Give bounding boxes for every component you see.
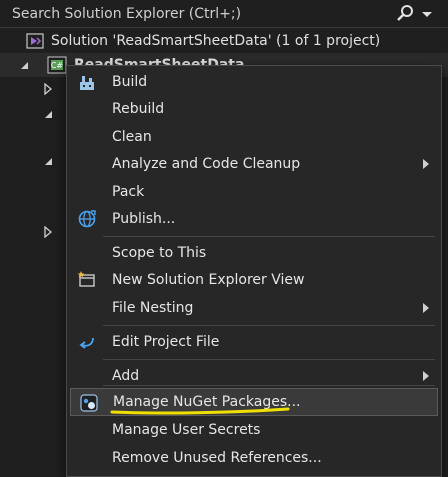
menu-item-new-solution-explorer-view[interactable]: New Solution Explorer View — [69, 266, 439, 294]
solution-icon — [26, 33, 44, 49]
menu-separator — [103, 359, 435, 360]
csharp-project-icon: C# — [47, 56, 67, 74]
submenu-arrow-icon — [423, 303, 429, 313]
expanded-arrow-icon[interactable] — [42, 155, 54, 167]
solution-label: Solution 'ReadSmartSheetData' (1 of 1 pr… — [51, 33, 381, 49]
annotation-underline — [110, 407, 290, 415]
search-input[interactable]: Search Solution Explorer (Ctrl+;) — [12, 6, 241, 22]
build-icon — [80, 76, 94, 90]
menu-item-rebuild[interactable]: Rebuild — [69, 95, 439, 123]
nuget-icon — [80, 394, 98, 412]
globe-icon — [78, 210, 96, 228]
new-view-icon — [77, 271, 95, 287]
collapsed-arrow-icon[interactable] — [42, 226, 54, 238]
expanded-arrow-icon[interactable] — [42, 108, 54, 120]
edit-project-icon — [79, 337, 94, 349]
menu-item-scope-to-this[interactable]: Scope to This — [69, 239, 439, 267]
tree-row-solution[interactable]: Solution 'ReadSmartSheetData' (1 of 1 pr… — [0, 29, 448, 53]
menu-item-edit-project-file[interactable]: Edit Project File — [69, 328, 439, 356]
menu-item-clean[interactable]: Clean — [69, 123, 439, 151]
menu-item-pack[interactable]: Pack — [69, 178, 439, 206]
submenu-arrow-icon — [423, 371, 429, 381]
menu-separator — [103, 325, 435, 326]
collapsed-arrow-icon[interactable] — [42, 83, 54, 95]
menu-separator — [103, 236, 435, 237]
chevron-down-icon[interactable] — [420, 3, 434, 25]
menu-item-file-nesting[interactable]: File Nesting — [69, 294, 439, 322]
menu-item-publish[interactable]: Publish... — [69, 205, 439, 233]
search-bar[interactable]: Search Solution Explorer (Ctrl+;) — [0, 0, 448, 28]
menu-separator — [103, 385, 435, 386]
submenu-arrow-icon — [423, 159, 429, 169]
menu-item-remove-unused-references[interactable]: Remove Unused References... — [69, 444, 439, 472]
menu-item-analyze-code-cleanup[interactable]: Analyze and Code Cleanup — [69, 150, 439, 178]
expanded-arrow-icon[interactable] — [18, 59, 30, 71]
menu-item-build[interactable]: Build — [69, 68, 439, 96]
svg-text:C#: C# — [51, 61, 64, 70]
menu-item-manage-user-secrets[interactable]: Manage User Secrets — [69, 416, 439, 444]
search-icon[interactable] — [394, 3, 416, 25]
